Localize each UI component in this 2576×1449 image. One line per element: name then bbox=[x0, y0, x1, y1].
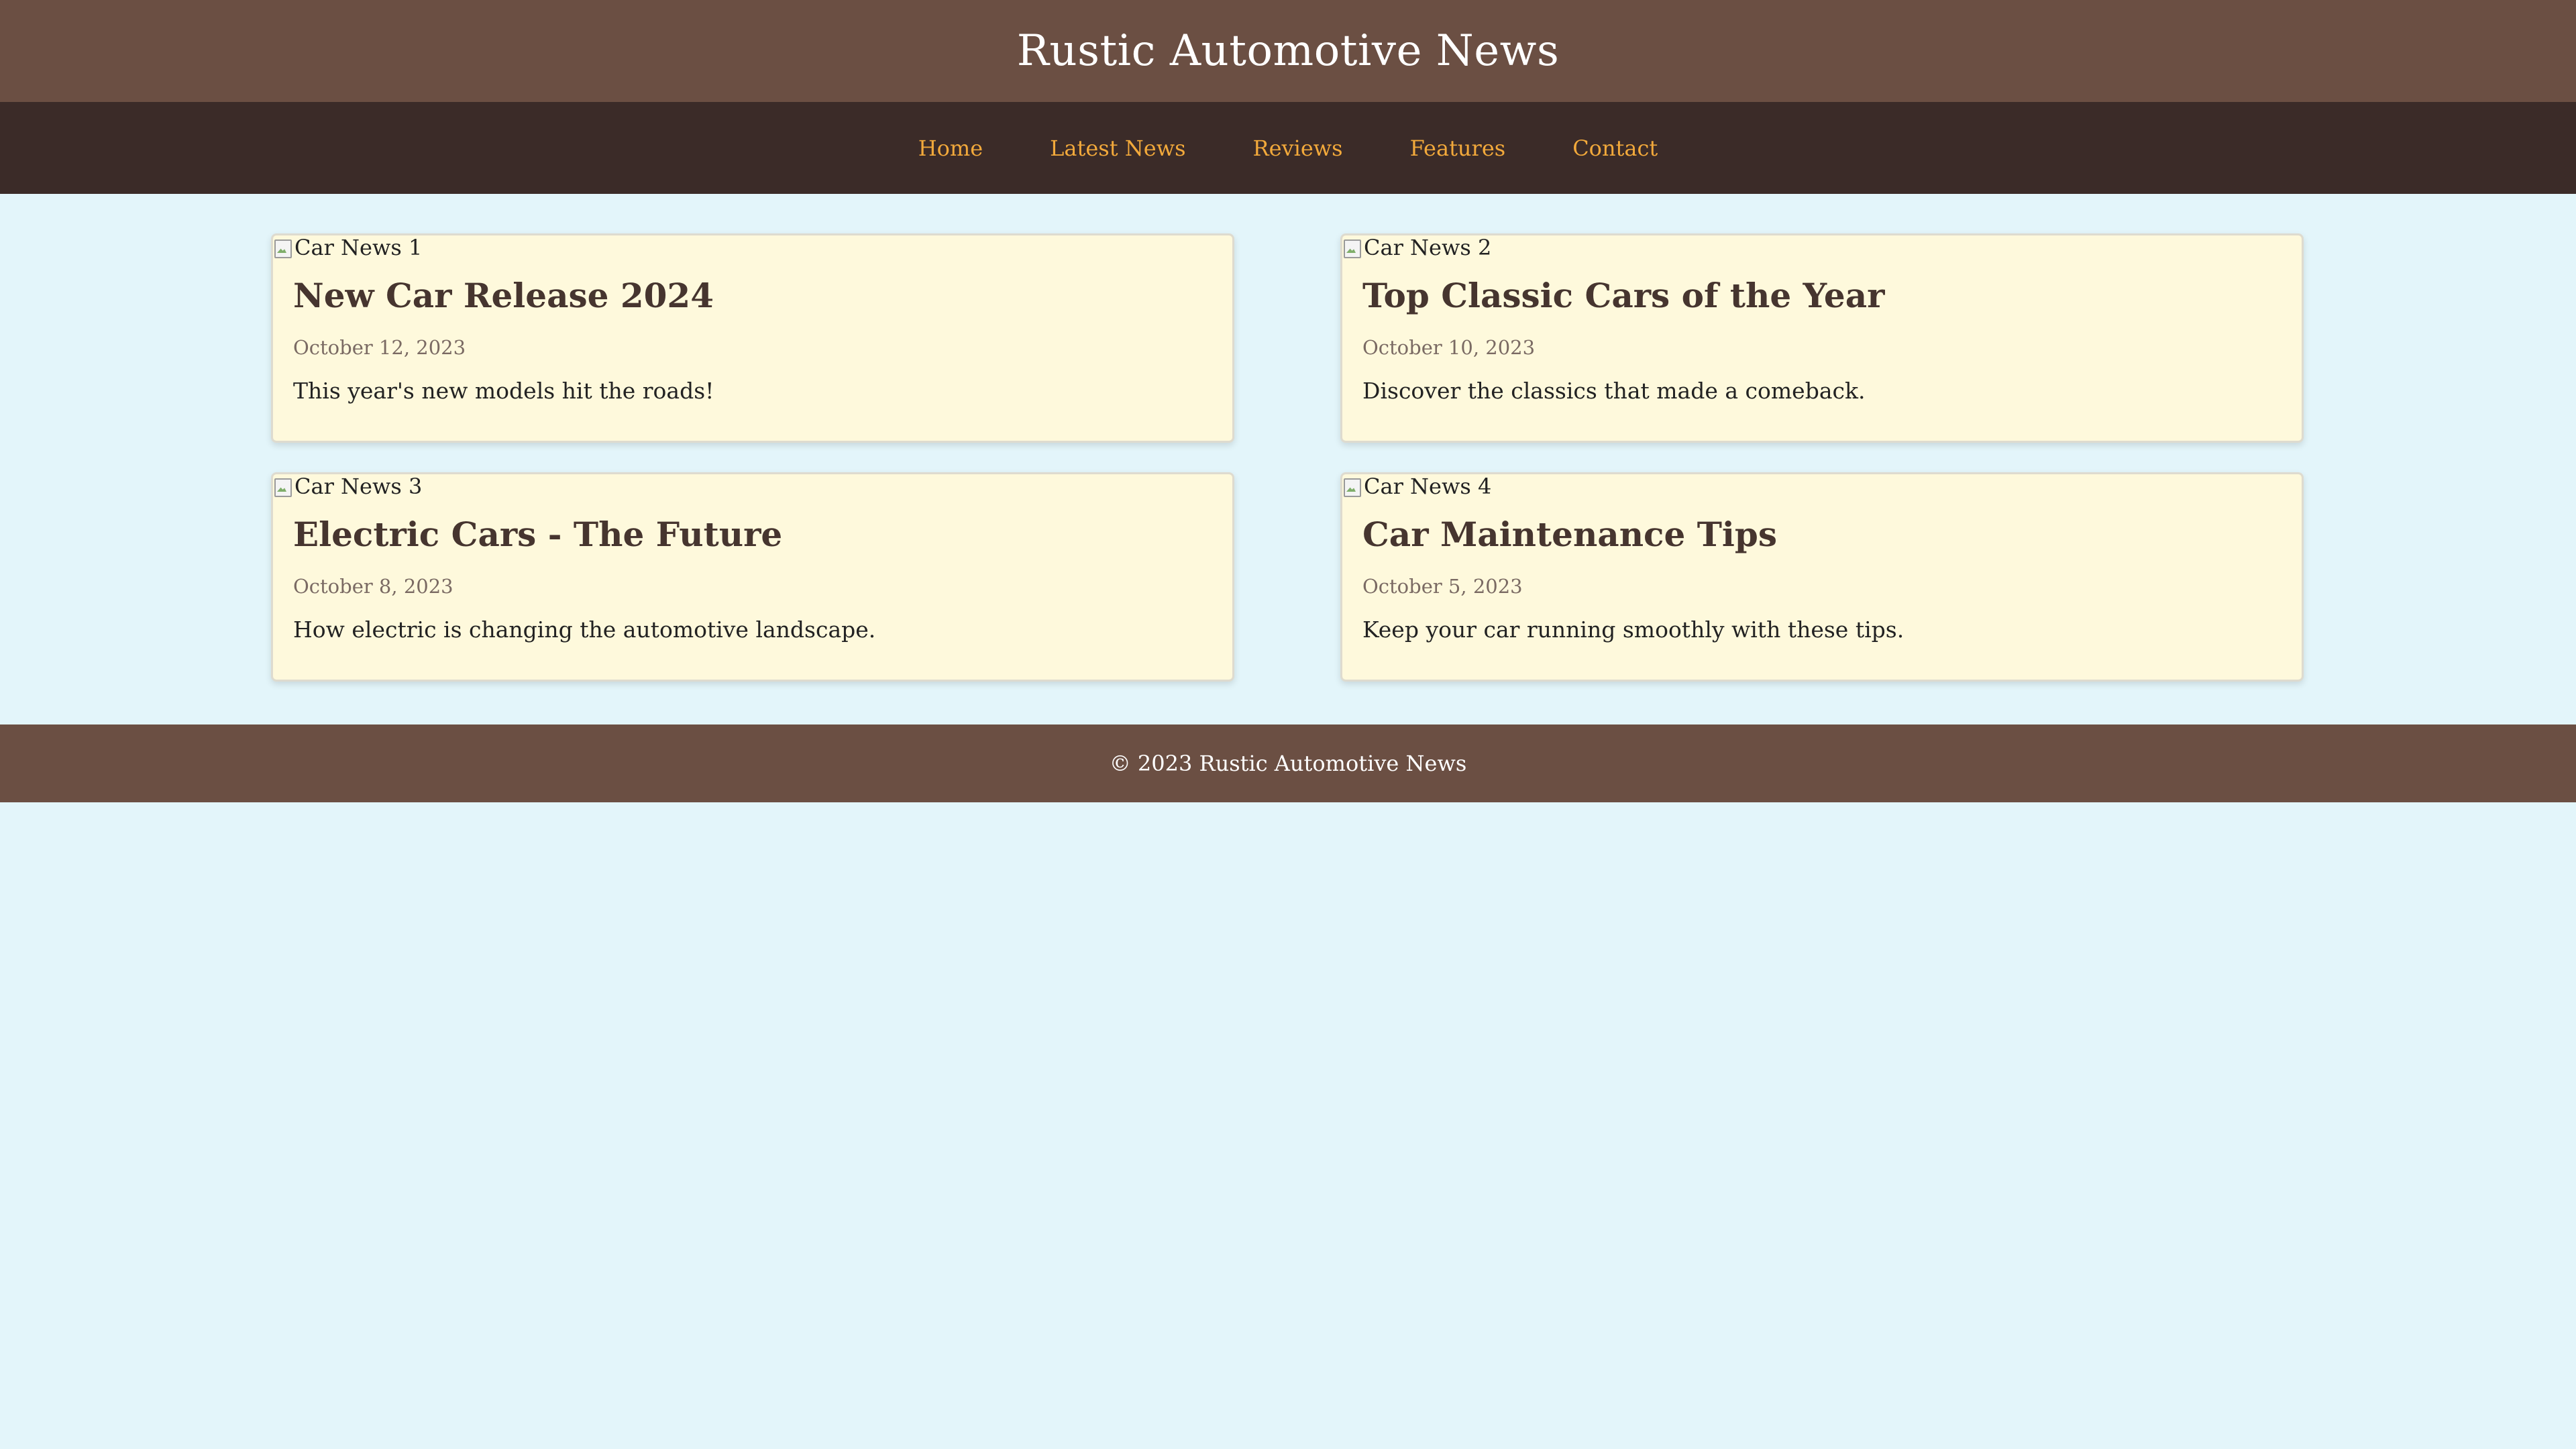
site-footer: © 2023 Rustic Automotive News bbox=[0, 724, 2576, 802]
card-image: Car News 2 bbox=[1342, 235, 1491, 260]
card-image-alt: Car News 3 bbox=[294, 474, 423, 499]
nav-link-latest-news[interactable]: Latest News bbox=[1050, 136, 1185, 161]
card-image-alt: Car News 2 bbox=[1364, 235, 1492, 260]
card-date: October 8, 2023 bbox=[293, 575, 453, 598]
nav-link-contact[interactable]: Contact bbox=[1572, 136, 1658, 161]
card-image-alt: Car News 1 bbox=[294, 235, 423, 260]
card-image-alt: Car News 4 bbox=[1364, 474, 1492, 499]
broken-image-icon bbox=[273, 476, 292, 497]
card-image: Car News 1 bbox=[273, 235, 422, 260]
card-summary: This year's new models hit the roads! bbox=[293, 378, 714, 404]
nav-link-features[interactable]: Features bbox=[1410, 136, 1506, 161]
card-image: Car News 3 bbox=[273, 474, 423, 499]
card-date: October 5, 2023 bbox=[1362, 575, 1523, 598]
main-nav: Home Latest News Reviews Features Contac… bbox=[0, 102, 2576, 194]
broken-image-icon bbox=[273, 237, 292, 258]
card-date: October 10, 2023 bbox=[1362, 336, 1536, 359]
card-date: October 12, 2023 bbox=[293, 336, 466, 359]
card-summary: Discover the classics that made a comeba… bbox=[1362, 378, 1866, 404]
nav-link-home[interactable]: Home bbox=[918, 136, 983, 161]
card-title: Top Classic Cars of the Year bbox=[1362, 276, 1885, 315]
nav-link-reviews[interactable]: Reviews bbox=[1253, 136, 1343, 161]
card-summary: Keep your car running smoothly with thes… bbox=[1362, 616, 1904, 643]
footer-copyright: © 2023 Rustic Automotive News bbox=[1109, 751, 1467, 776]
card-title: New Car Release 2024 bbox=[293, 276, 714, 315]
card-summary: How electric is changing the automotive … bbox=[293, 616, 876, 643]
site-title: Rustic Automotive News bbox=[1016, 26, 1560, 76]
card-image: Car News 4 bbox=[1342, 474, 1492, 499]
news-card: Car News 1 New Car Release 2024 October … bbox=[271, 233, 1234, 443]
news-card: Car News 4 Car Maintenance Tips October … bbox=[1340, 472, 2304, 682]
news-card: Car News 3 Electric Cars - The Future Oc… bbox=[271, 472, 1234, 682]
news-card: Car News 2 Top Classic Cars of the Year … bbox=[1340, 233, 2304, 443]
broken-image-icon bbox=[1342, 476, 1361, 497]
card-title: Car Maintenance Tips bbox=[1362, 515, 1778, 554]
card-title: Electric Cars - The Future bbox=[293, 515, 783, 554]
site-header: Rustic Automotive News bbox=[0, 0, 2576, 102]
broken-image-icon bbox=[1342, 237, 1361, 258]
